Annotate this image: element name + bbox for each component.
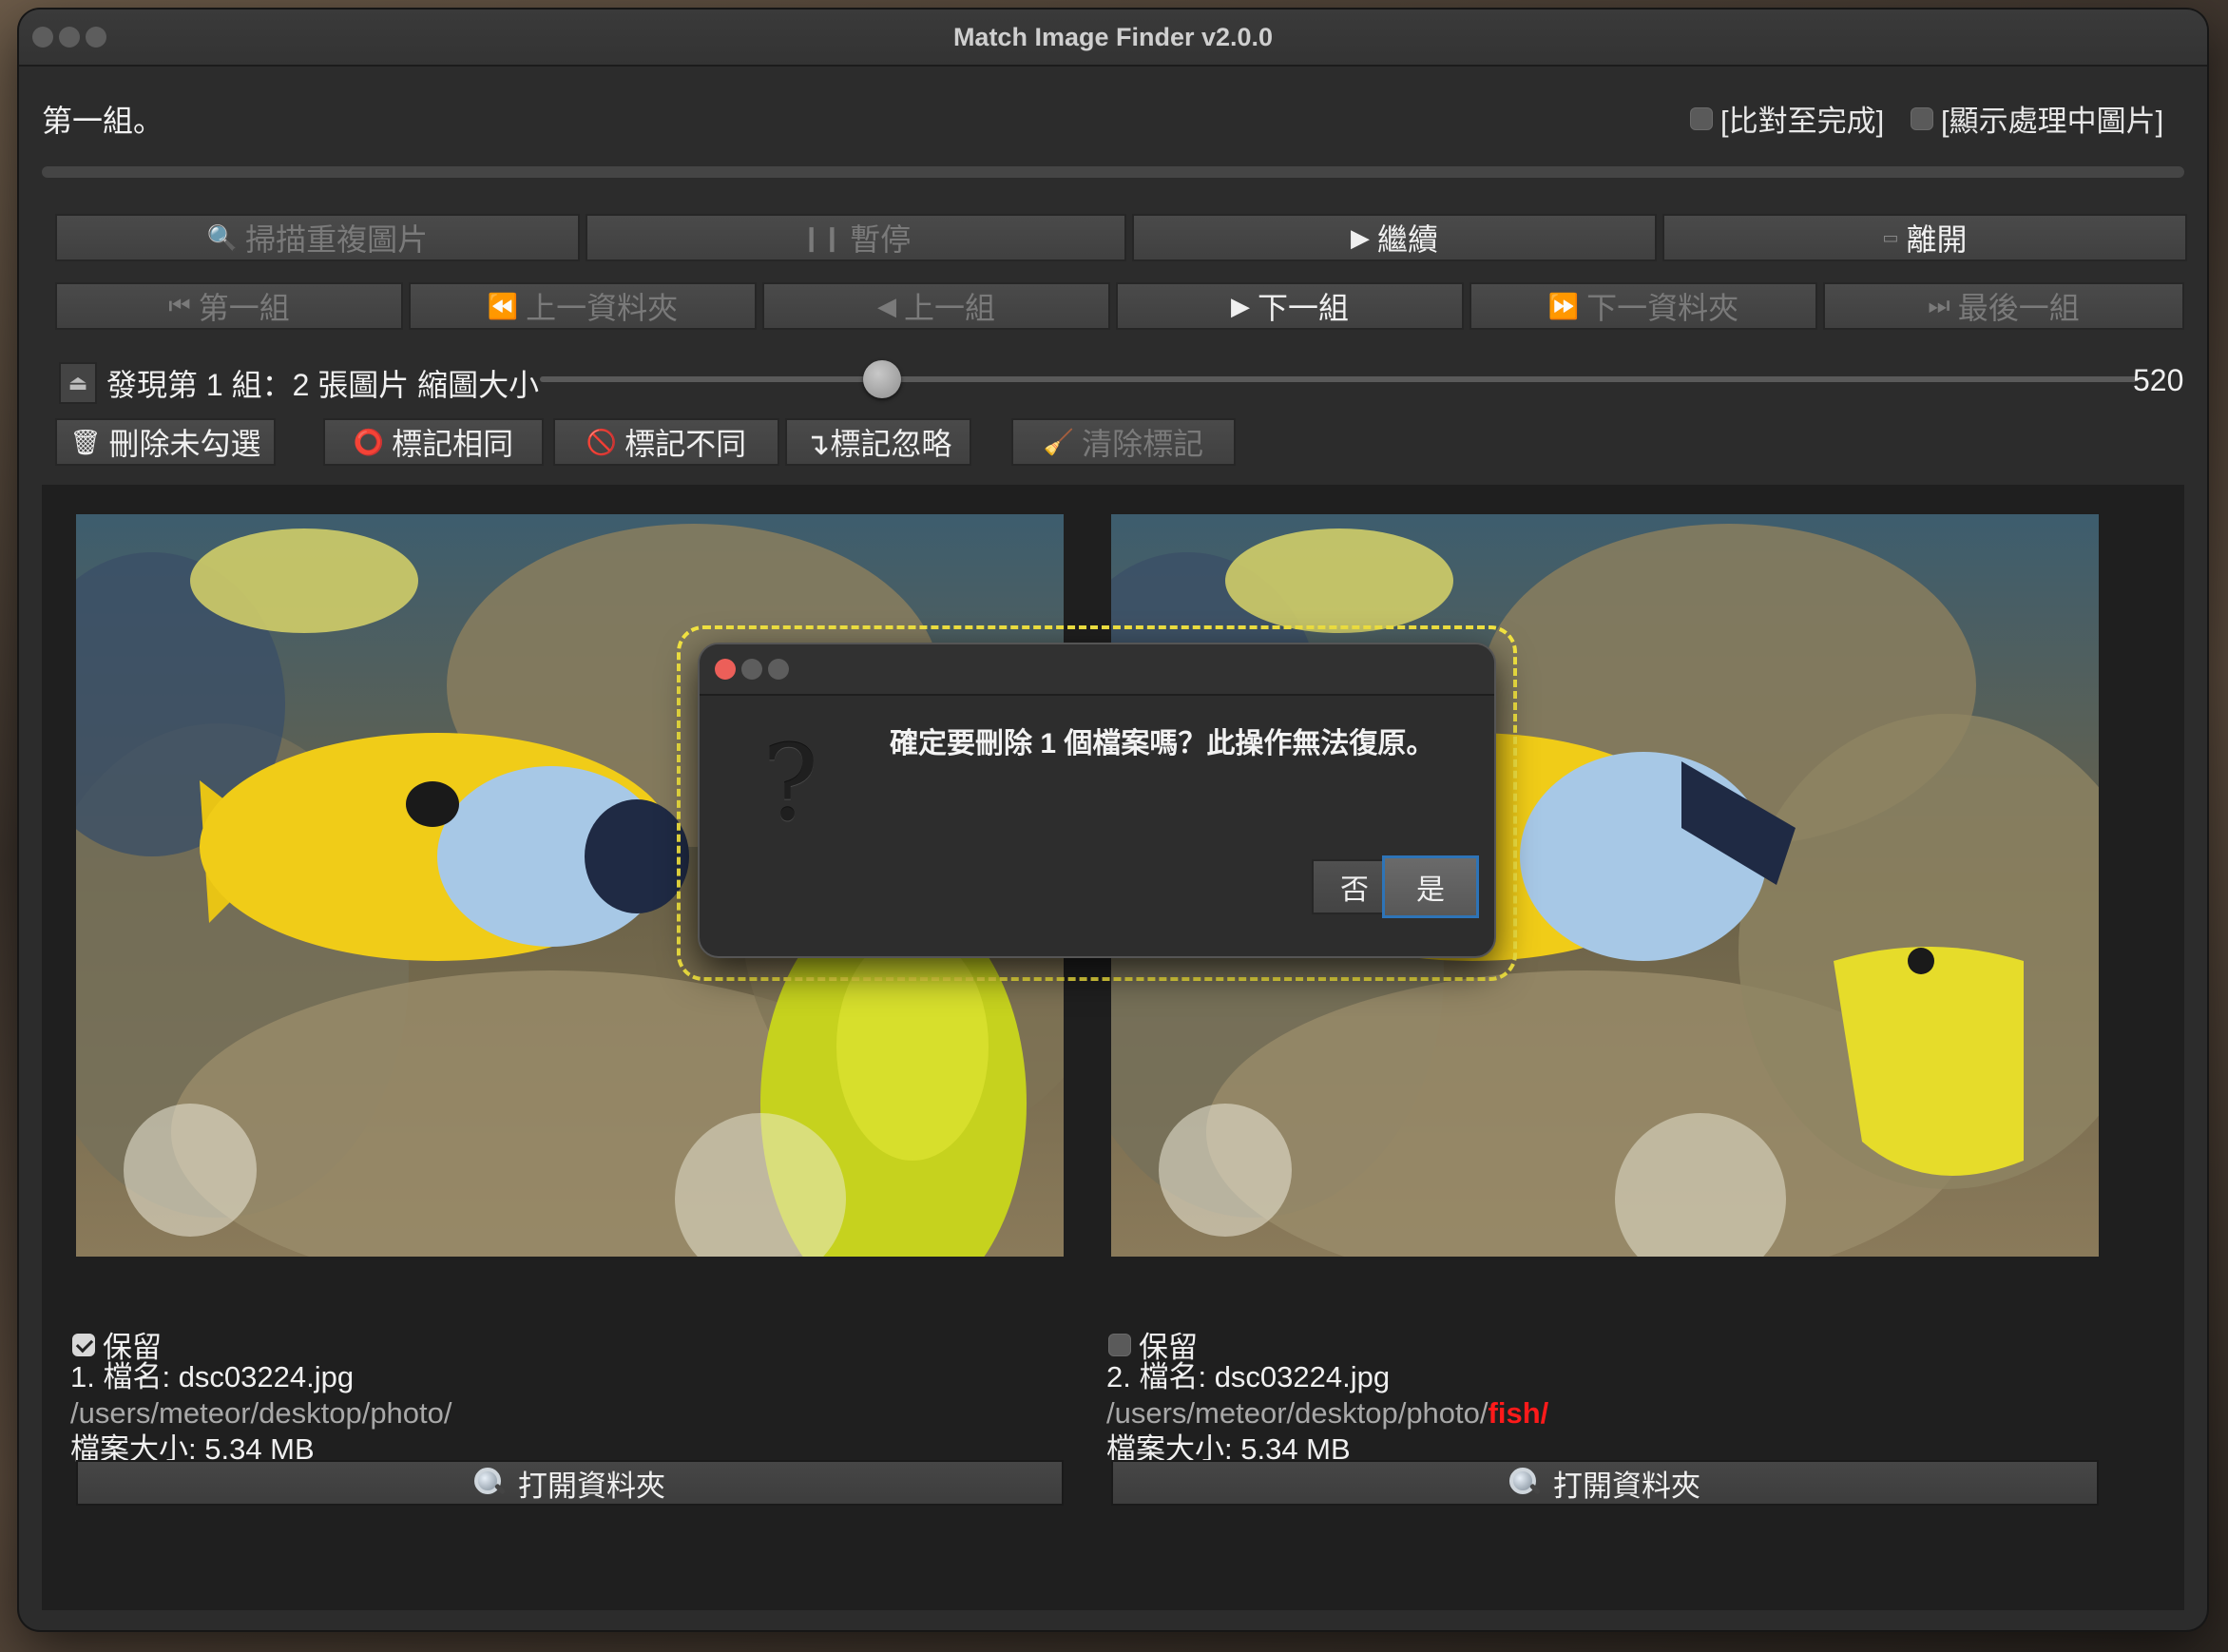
compare-to-complete-label: [比對至完成] bbox=[1720, 105, 1885, 138]
fast-forward-icon: ⏩ bbox=[1547, 291, 1580, 320]
open-folder-button-1[interactable]: 打開資料夾 bbox=[76, 1460, 1064, 1506]
group-title: 第一組。 bbox=[42, 104, 164, 138]
exit-label: 離開 bbox=[1906, 222, 1968, 257]
circle-icon: ⭕ bbox=[353, 427, 385, 456]
thumb-size-value: 520 bbox=[2133, 363, 2184, 397]
next-folder-button[interactable]: ⏩ 下一資料夾 bbox=[1469, 282, 1817, 330]
prohibited-icon: 🚫 bbox=[586, 427, 618, 456]
dialog-message: 確定要刪除 1 個檔案嗎？此操作無法復原。 bbox=[890, 728, 1435, 759]
previous-group-button[interactable]: ◀ 上一組 bbox=[762, 282, 1110, 330]
mark-different-button[interactable]: 🚫 標記不同 bbox=[553, 418, 779, 466]
mark-ignore-button[interactable]: ↴標記忽略 bbox=[785, 418, 971, 466]
file-path-1: /users/meteor/desktop/photo/ bbox=[70, 1396, 452, 1430]
play-icon: ▶ bbox=[1350, 222, 1370, 252]
mark-ignore-label: ↴標記忽略 bbox=[804, 427, 952, 461]
open-folder-label-1: 打開資料夾 bbox=[518, 1469, 665, 1503]
file-path-highlight-2: fish/ bbox=[1488, 1396, 1549, 1430]
confirm-delete-dialog: ? 確定要刪除 1 個檔案嗎？此操作無法復原。 否 是 bbox=[698, 643, 1496, 958]
found-text: 發現第 1 組：2 張圖片 縮圖大小 bbox=[106, 368, 540, 402]
title-bar: Match Image Finder v2.0.0 bbox=[19, 10, 2207, 67]
compare-to-complete-option[interactable]: [比對至完成] bbox=[1690, 97, 1884, 140]
window-title: Match Image Finder v2.0.0 bbox=[952, 23, 1274, 51]
show-processing-option[interactable]: [顯示處理中圖片] bbox=[1911, 97, 2163, 140]
yes-button[interactable]: 是 bbox=[1382, 855, 1479, 918]
clear-marks-button[interactable]: 🧹 清除標記 bbox=[1011, 418, 1236, 466]
last-group-label: 最後一組 bbox=[1957, 291, 2080, 325]
image-info-2: 2. 檔名: dsc03224.jpg /users/meteor/deskto… bbox=[1106, 1359, 1548, 1468]
dialog-minimize-button bbox=[741, 659, 762, 680]
magnifier-icon bbox=[1509, 1468, 1540, 1498]
rewind-icon: ⏪ bbox=[487, 291, 519, 320]
first-icon: ⏮ bbox=[168, 291, 191, 319]
mark-different-label: 標記不同 bbox=[624, 427, 747, 461]
next-group-button[interactable]: ▶ 下一組 bbox=[1116, 282, 1464, 330]
thumb-size-slider-handle[interactable] bbox=[863, 360, 901, 398]
thumb-size-slider[interactable] bbox=[540, 376, 2137, 382]
image-info-1: 1. 檔名: dsc03224.jpg /users/meteor/deskto… bbox=[70, 1359, 452, 1468]
magnifier-icon bbox=[474, 1468, 505, 1498]
file-name-2: 2. 檔名: dsc03224.jpg bbox=[1106, 1360, 1391, 1393]
prev-icon: ◀ bbox=[876, 291, 896, 320]
question-icon: ? bbox=[762, 722, 818, 844]
exit-icon: ▭ bbox=[1882, 227, 1899, 247]
previous-group-label: 上一組 bbox=[903, 291, 995, 325]
open-folder-label-2: 打開資料夾 bbox=[1553, 1469, 1700, 1503]
trash-icon: 🗑 bbox=[69, 427, 102, 456]
exit-button[interactable]: ▭ 離開 bbox=[1662, 214, 2187, 261]
open-folder-button-2[interactable]: 打開資料夾 bbox=[1111, 1460, 2099, 1506]
continue-button[interactable]: ▶ 繼續 bbox=[1132, 214, 1657, 261]
next-folder-label: 下一資料夾 bbox=[1586, 291, 1739, 325]
magnifier-icon: 🔍 bbox=[206, 222, 239, 252]
mark-same-button[interactable]: ⭕ 標記相同 bbox=[323, 418, 544, 466]
eject-icon[interactable]: ⏏ bbox=[59, 362, 97, 404]
dialog-title-bar bbox=[700, 644, 1494, 696]
pause-icon: ❙❙ bbox=[800, 222, 843, 252]
last-group-button[interactable]: ⏭ 最後一組 bbox=[1823, 282, 2184, 330]
scan-progress-bar bbox=[42, 166, 2184, 178]
compare-to-complete-checkbox[interactable] bbox=[1690, 106, 1713, 130]
clear-marks-label: 清除標記 bbox=[1082, 427, 1204, 461]
pause-label: 暫停 bbox=[850, 222, 912, 257]
first-group-button[interactable]: ⏮ 第一組 bbox=[55, 282, 403, 330]
scan-duplicates-label: 掃描重複圖片 bbox=[245, 222, 429, 257]
mark-same-label: 標記相同 bbox=[392, 427, 514, 461]
file-path-2: /users/meteor/desktop/photo/ bbox=[1106, 1396, 1489, 1430]
last-icon: ⏭ bbox=[1928, 291, 1950, 319]
file-name-1: 1. 檔名: dsc03224.jpg bbox=[70, 1360, 355, 1393]
pause-button[interactable]: ❙❙ 暫停 bbox=[586, 214, 1126, 261]
dialog-close-button[interactable] bbox=[715, 659, 736, 680]
keep-checkbox-1[interactable] bbox=[72, 1333, 95, 1356]
scan-duplicates-button[interactable]: 🔍 掃描重複圖片 bbox=[55, 214, 580, 261]
broom-icon: 🧹 bbox=[1043, 427, 1075, 456]
status-row: ⏏ 發現第 1 組：2 張圖片 縮圖大小 bbox=[59, 361, 539, 405]
dialog-zoom-button bbox=[768, 659, 789, 680]
next-icon: ▶ bbox=[1230, 291, 1250, 320]
delete-unchecked-label: 刪除未勾選 bbox=[108, 427, 261, 461]
delete-unchecked-button[interactable]: 🗑 刪除未勾選 bbox=[55, 418, 276, 466]
next-group-label: 下一組 bbox=[1257, 291, 1349, 325]
show-processing-checkbox[interactable] bbox=[1911, 106, 1933, 130]
previous-folder-label: 上一資料夾 bbox=[526, 291, 679, 325]
continue-label: 繼續 bbox=[1376, 222, 1438, 257]
previous-folder-button[interactable]: ⏪ 上一資料夾 bbox=[409, 282, 757, 330]
keep-checkbox-2[interactable] bbox=[1108, 1333, 1131, 1356]
show-processing-label: [顯示處理中圖片] bbox=[1941, 105, 2164, 138]
first-group-label: 第一組 bbox=[198, 291, 290, 325]
